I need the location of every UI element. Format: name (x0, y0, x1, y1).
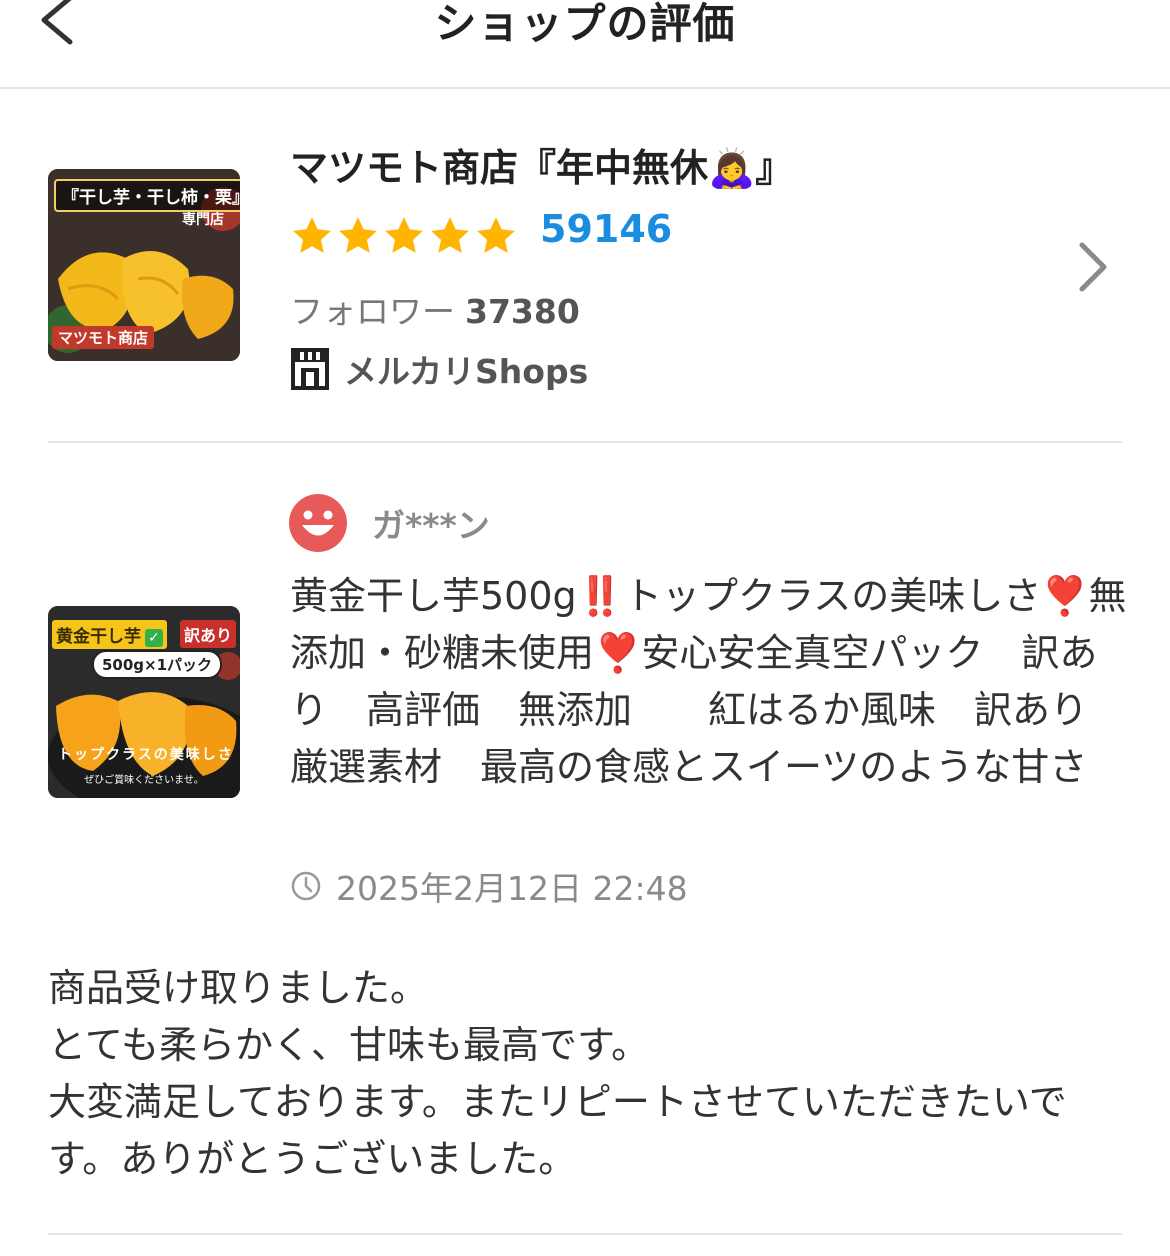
item-thumbnail-banner: 黄金干し芋 ✓ (52, 620, 167, 649)
storefront-icon (291, 348, 329, 390)
timestamp-row: 2025年2月12日 22:48 (290, 864, 688, 908)
clock-icon (291, 871, 321, 901)
item-thumbnail-small: ぜひご賞味くださいませ。 (84, 775, 204, 786)
platform-label: メルカリShops (344, 352, 589, 391)
shop-thumbnail: 『干し芋・干し柿・栗』 専門店 マツモト商店 (48, 169, 240, 361)
platform-row: メルカリShops (290, 347, 588, 391)
shop-summary[interactable]: 『干し芋・干し柿・栗』 専門店 マツモト商店 マツモト商店『年中無休🙇‍♀️』 … (0, 89, 1170, 444)
item-thumbnail-caption: トップクラスの美味しさ (58, 747, 234, 763)
shop-thumbnail-footer: マツモト商店 (52, 326, 155, 349)
star-icon (477, 217, 515, 253)
check-icon: ✓ (145, 629, 163, 647)
star-icon (385, 217, 423, 253)
page-title: ショップの評価 (434, 0, 736, 48)
rating-count: 59146 (540, 207, 673, 251)
star-icon (431, 217, 469, 253)
star-icon (293, 217, 331, 253)
item-thumbnail[interactable]: 黄金干し芋 ✓ 訳あり 500g×1パック トップクラスの美味しさ ぜひご賞味くだ… (48, 606, 240, 798)
divider (48, 1233, 1122, 1235)
smiley-face-icon (289, 494, 347, 552)
review-timestamp: 2025年2月12日 22:48 (336, 869, 688, 908)
rating-stars (290, 213, 520, 259)
star-icon (339, 217, 377, 253)
followers-count: 37380 (465, 292, 580, 331)
followers-row: フォロワー 37380 (290, 285, 580, 333)
divider (48, 441, 1122, 443)
shop-thumbnail-sub: 専門店 (182, 212, 224, 228)
reviewer-name: ガ***ン (372, 506, 490, 545)
shop-thumbnail-banner: 『干し芋・干し柿・栗』 (54, 179, 240, 212)
shop-name: マツモト商店『年中無休🙇‍♀️』 (290, 146, 794, 190)
item-thumbnail-banner-text: 黄金干し芋 (56, 627, 141, 647)
review-comment: 商品受け取りました。 とても柔らかく、甘味も最高です。 大変満足しております。ま… (48, 966, 1067, 1181)
followers-label: フォロワー (290, 292, 455, 331)
item-title[interactable]: 黄金干し芋500g‼️トップクラスの美味しさ❣️無添加・砂糖未使用❣️安心安全真… (290, 568, 1130, 796)
header-bar: ショップの評価 (0, 0, 1170, 89)
item-thumbnail-pack: 500g×1パック (92, 650, 223, 679)
item-thumbnail-tag: 訳あり (179, 620, 236, 648)
chevron-right-icon (1079, 242, 1107, 292)
